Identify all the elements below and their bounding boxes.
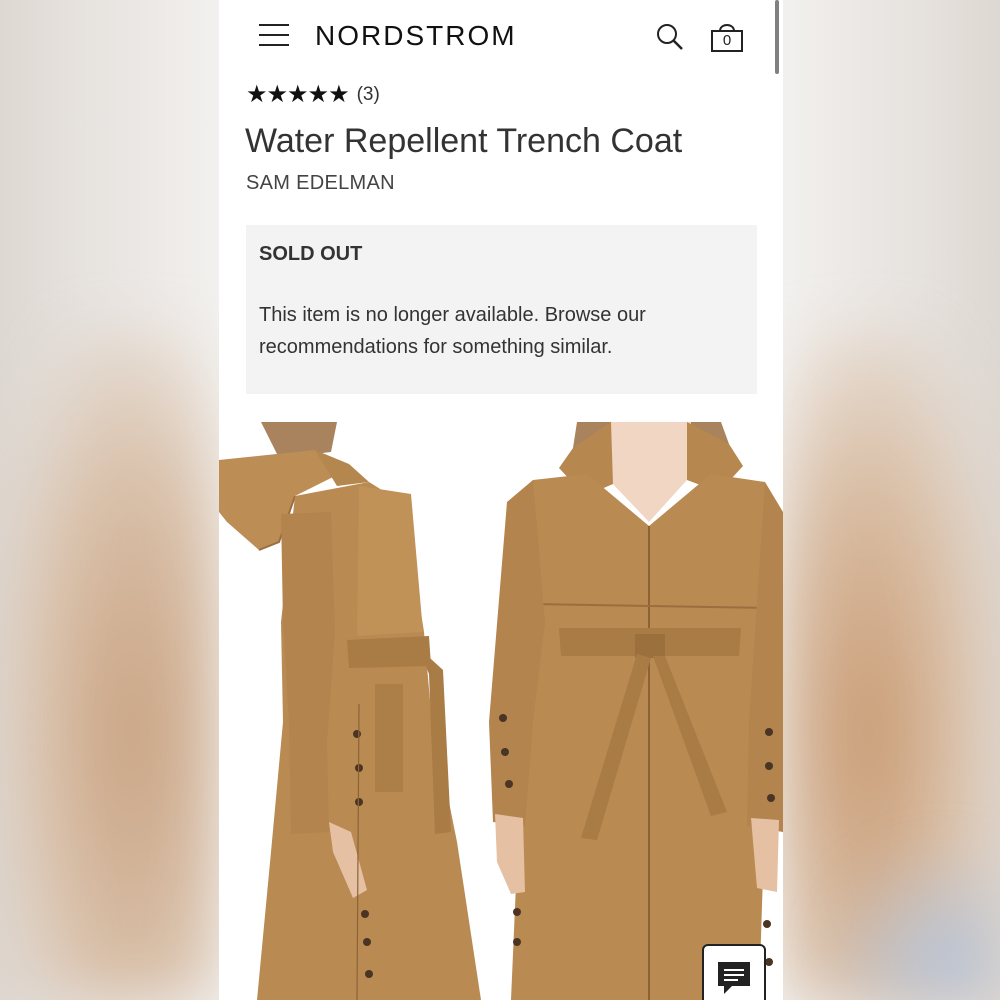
product-image-front-view[interactable] <box>489 422 783 1000</box>
background-blur-corner <box>820 840 1000 1000</box>
product-image-side-view[interactable] <box>219 422 489 1000</box>
site-logo[interactable]: NORDSTROM <box>315 20 517 52</box>
sold-out-heading: SOLD OUT <box>259 243 363 265</box>
sold-out-notice: SOLD OUT This item is no longer availabl… <box>246 225 757 394</box>
sold-out-message: This item is no longer available. Browse… <box>259 304 646 358</box>
product-page: NORDSTROM 0 ★★★★★ (3) Water Repellent Tr… <box>219 0 783 1000</box>
bag-count: 0 <box>722 32 732 49</box>
chat-button[interactable] <box>702 944 766 1000</box>
hamburger-menu-icon[interactable] <box>259 24 289 46</box>
review-count[interactable]: (3) <box>357 84 380 106</box>
chat-icon <box>718 962 750 994</box>
product-rating[interactable]: ★★★★★ (3) <box>246 83 380 107</box>
search-icon[interactable] <box>655 22 685 52</box>
site-header: NORDSTROM 0 <box>219 0 783 72</box>
product-title: Water Repellent Trench Coat <box>245 122 683 160</box>
shopping-bag-icon[interactable]: 0 <box>709 20 745 54</box>
background-blur-left <box>0 330 220 1000</box>
product-image-gallery[interactable] <box>219 422 783 1000</box>
scrollbar[interactable] <box>775 0 779 74</box>
product-brand[interactable]: SAM EDELMAN <box>246 172 395 195</box>
star-rating: ★★★★★ <box>246 81 350 108</box>
